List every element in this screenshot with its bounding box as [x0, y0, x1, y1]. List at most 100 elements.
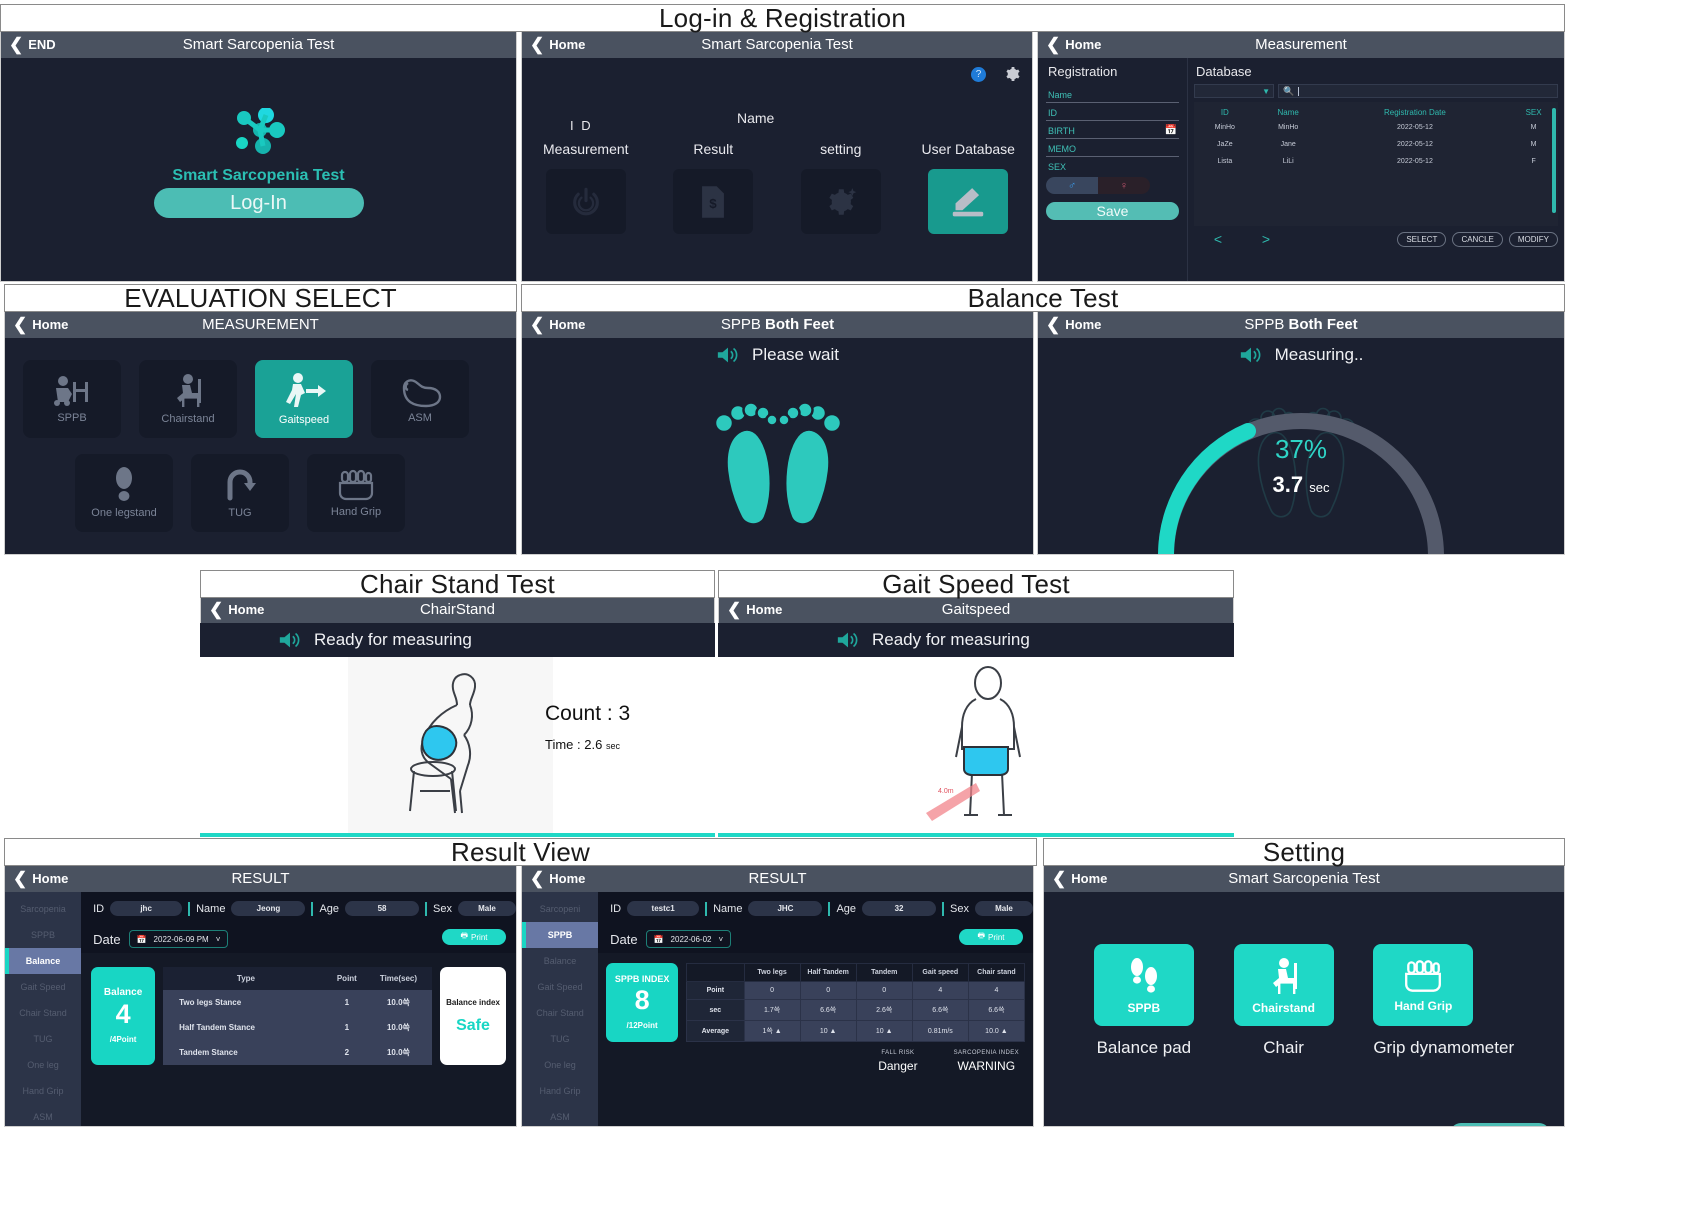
print-button[interactable]: 🖶 Print: [959, 929, 1023, 945]
field-name[interactable]: Name: [1046, 87, 1179, 103]
back-button-home[interactable]: ❮ Home: [5, 870, 68, 887]
table-row[interactable]: Lista LiLi 2022-05-12 F: [1194, 153, 1558, 170]
select-button[interactable]: SELECT: [1397, 231, 1447, 247]
caption-text: Gait Speed Test: [882, 568, 1070, 599]
field-id[interactable]: ID: [1046, 105, 1179, 121]
back-button-home[interactable]: ❮ Home: [201, 601, 264, 618]
sarcopenia-index-label: SARCOPENIA INDEX: [953, 1050, 1019, 1056]
sidebar-item-hand-grip[interactable]: Hand Grip: [522, 1078, 598, 1104]
database-search-input[interactable]: 🔍: [1278, 84, 1558, 98]
result-tile[interactable]: $: [673, 169, 754, 234]
sidebar-item-chair-stand[interactable]: Chair Stand: [522, 1000, 598, 1026]
chair-icon: [177, 374, 201, 407]
login-title: Smart Sarcopenia Test: [182, 36, 335, 53]
chevron-left-icon: ❮: [13, 315, 28, 334]
sex-label: Sex: [433, 902, 452, 915]
save-button[interactable]: Save: [1046, 202, 1179, 220]
sex-toggle[interactable]: ♂ ♀: [1046, 177, 1179, 194]
back-button-home[interactable]: ❮ Home: [1038, 36, 1101, 53]
sex-female-option[interactable]: ♀: [1098, 177, 1150, 194]
back-button-end[interactable]: ❮ END: [1, 36, 56, 53]
help-icon[interactable]: ?: [971, 66, 986, 82]
evaluation-tile-one-legstand[interactable]: One legstand: [75, 454, 173, 532]
modify-button[interactable]: MODIFY: [1508, 231, 1558, 247]
user-database-tile[interactable]: [928, 169, 1009, 234]
table-row[interactable]: JaZe Jane 2022-05-12 M: [1194, 136, 1558, 153]
login-button[interactable]: Log-In: [153, 188, 364, 218]
tile-label: SPPB: [57, 412, 87, 424]
back-button-home[interactable]: ❮ Home: [522, 870, 585, 887]
home-menu-measurement[interactable]: Measurement: [522, 141, 650, 234]
sidebar-item-sppb[interactable]: SPPB: [522, 922, 599, 948]
sidebar-item-sarcopenia[interactable]: Sarcopenia: [5, 896, 81, 922]
evaluation-tile-chairstand[interactable]: Chairstand: [139, 360, 237, 438]
back-button-home[interactable]: ❮ Home: [522, 316, 585, 333]
setting-tile[interactable]: [800, 169, 881, 234]
sidebar-item-balance[interactable]: Balance: [5, 948, 82, 974]
sidebar-item-asm[interactable]: ASM: [522, 1104, 598, 1126]
table-row[interactable]: MinHo MinHo 2022-05-12 M: [1194, 119, 1558, 136]
next-page-button[interactable]: >: [1242, 231, 1290, 247]
tile-label: SPPB: [1127, 1001, 1161, 1015]
sidebar-item-tug[interactable]: TUG: [522, 1026, 598, 1052]
setting-tile-chairstand[interactable]: Chairstand: [1233, 944, 1334, 1026]
vertical-scrollbar[interactable]: [1552, 108, 1556, 213]
sidebar-item-gait-speed[interactable]: Gait Speed: [522, 974, 598, 1000]
prev-page-button[interactable]: <: [1194, 231, 1242, 247]
calendar-icon[interactable]: 📅: [1165, 125, 1177, 136]
sex-male-option[interactable]: ♂: [1046, 177, 1098, 194]
sidebar-item-asm[interactable]: ASM: [5, 1104, 81, 1126]
evaluation-tile-tug[interactable]: TUG: [191, 454, 289, 532]
evaluation-tile-sppb[interactable]: SPPB: [23, 360, 121, 438]
home-menu-user-database[interactable]: User Database: [905, 141, 1033, 234]
gear-icon[interactable]: [1004, 66, 1020, 82]
setting-tile-hand-grip[interactable]: Hand Grip: [1373, 944, 1474, 1026]
speaker-icon: [279, 632, 300, 648]
field-birth[interactable]: BIRTH 📅: [1046, 123, 1179, 139]
screen-gaitspeed: ❮ Home Gaitspeed Ready for measuring 4.0…: [718, 596, 1234, 837]
gaitspeed-figure-icon: 4.0m: [926, 666, 1021, 821]
caption-text: Result View: [450, 836, 590, 867]
sidebar-item-gait-speed[interactable]: Gait Speed: [5, 974, 81, 1000]
speaker-icon: [717, 347, 738, 363]
calendar-icon: 📅: [136, 934, 147, 944]
gaitspeed-start-button[interactable]: Start: [718, 833, 1234, 837]
cell: 1.7쓱: [743, 999, 801, 1021]
back-label: END: [28, 37, 56, 52]
confirm-button[interactable]: Confirm: [1450, 1123, 1550, 1126]
balance-grid: Type Point Time(sec) Two legs Stance 1 1…: [163, 967, 432, 1065]
tile-label: One legstand: [91, 507, 157, 519]
back-button-home[interactable]: ❮ Home: [1038, 316, 1101, 333]
id-value: testc1: [627, 901, 700, 916]
date-picker[interactable]: 📅 2022-06-02 ˅: [645, 930, 732, 948]
evaluation-tile-asm[interactable]: ASM: [371, 360, 469, 438]
back-button-home[interactable]: ❮ Home: [522, 36, 585, 53]
power-icon: [572, 187, 599, 215]
back-button-home[interactable]: ❮ Home: [5, 316, 68, 333]
date-picker[interactable]: 📅 2022-06-09 PM ˅: [128, 930, 229, 948]
sidebar-item-sarcopenia[interactable]: Sarcopeni: [522, 896, 598, 922]
database-search-row: ▼ 🔍: [1194, 84, 1558, 98]
cancel-button[interactable]: CANCLE: [1452, 231, 1503, 247]
back-button-home[interactable]: ❮ Home: [719, 601, 782, 618]
sidebar-item-one-leg[interactable]: One leg: [5, 1052, 81, 1078]
field-memo[interactable]: MEMO: [1046, 141, 1179, 157]
measurement-tile[interactable]: [545, 169, 626, 234]
evaluation-tile-gaitspeed[interactable]: Gaitspeed: [255, 360, 353, 438]
setting-tile-sppb[interactable]: SPPB: [1093, 944, 1194, 1026]
sidebar-item-one-leg[interactable]: One leg: [522, 1052, 598, 1078]
database-filter-select[interactable]: ▼: [1194, 84, 1274, 98]
sidebar-item-chair-stand[interactable]: Chair Stand: [5, 1000, 81, 1026]
setting-topbar: ❮ Home Smart Sarcopenia Test: [1044, 865, 1564, 892]
sidebar-item-sppb[interactable]: SPPB: [5, 922, 81, 948]
table-header-row: Two legs Half Tandem Tandem Gait speed C…: [686, 963, 1026, 982]
sidebar-item-tug[interactable]: TUG: [5, 1026, 81, 1052]
sidebar-item-balance[interactable]: Balance: [522, 948, 598, 974]
home-menu-setting[interactable]: setting: [777, 141, 905, 234]
print-button[interactable]: 🖶 Print: [442, 929, 506, 945]
evaluation-tile-hand-grip[interactable]: Hand Grip: [307, 454, 405, 532]
sidebar-item-hand-grip[interactable]: Hand Grip: [5, 1078, 81, 1104]
home-topbar: ❮ Home Smart Sarcopenia Test: [522, 31, 1032, 58]
back-button-home[interactable]: ❮ Home: [1044, 870, 1107, 887]
home-menu-result[interactable]: Result $: [650, 141, 778, 234]
